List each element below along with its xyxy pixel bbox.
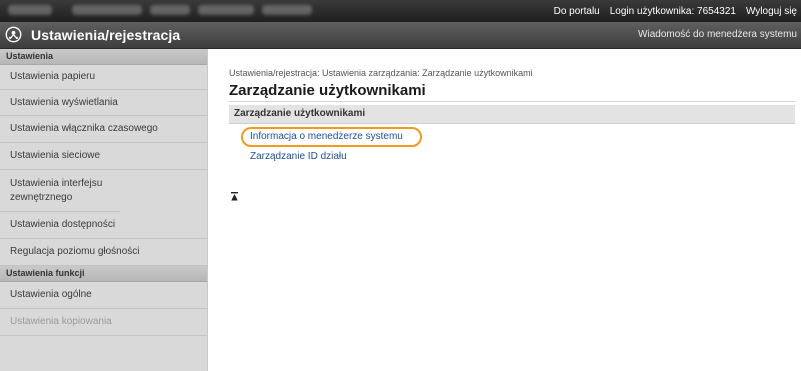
department-id-management-link[interactable]: Zarządzanie ID działu	[250, 151, 347, 162]
sidebar-item-volume-control[interactable]: Regulacja poziomu głośności	[0, 239, 207, 266]
sidebar-group-function-settings: Ustawienia funkcji	[0, 266, 207, 282]
system-manager-info-link[interactable]: Informacja o menedżerze systemu	[250, 131, 403, 142]
sidebar-item-external-interface[interactable]: Ustawienia interfejsu zewnętrznego	[0, 170, 120, 212]
blurred-device-info	[198, 5, 254, 15]
page-title: Zarządzanie użytkownikami	[229, 82, 426, 99]
back-to-top-icon[interactable]	[231, 192, 238, 201]
section-title: Zarządzanie użytkownikami	[234, 108, 366, 119]
blurred-device-info	[150, 5, 190, 15]
sidebar-item-display-settings[interactable]: Ustawienia wyświetlania	[0, 90, 207, 116]
page-header-title: Ustawienia/rejestracja	[31, 27, 181, 43]
login-user-id: 7654321	[697, 5, 736, 17]
header-bar: Ustawienia/rejestracja Wiadomość do mene…	[0, 22, 801, 49]
sidebar-item-network-settings[interactable]: Ustawienia sieciowe	[0, 143, 207, 170]
login-label: Login użytkownika:	[609, 5, 695, 17]
title-divider	[229, 101, 795, 102]
section-header: Zarządzanie użytkownikami	[229, 105, 795, 124]
sidebar-item-general-settings[interactable]: Ustawienia ogólne	[0, 282, 207, 309]
sidebar-item-accessibility[interactable]: Ustawienia dostępności	[0, 212, 207, 239]
message-to-admin-link[interactable]: Wiadomość do menedżera systemu	[638, 22, 797, 48]
blurred-device-info	[8, 5, 52, 15]
sidebar-item-paper-settings[interactable]: Ustawienia papieru	[0, 65, 207, 90]
logout-link[interactable]: Wyloguj się	[746, 6, 797, 17]
sidebar-item-timer-settings[interactable]: Ustawienia włącznika czasowego	[0, 116, 207, 143]
sidebar: Ustawienia Ustawienia papieru Ustawienia…	[0, 49, 208, 371]
login-user-info: Login użytkownika: 7654321	[610, 6, 736, 17]
blurred-device-info	[262, 5, 312, 15]
sidebar-group-settings: Ustawienia	[0, 49, 207, 65]
settings-logo-icon	[5, 26, 22, 43]
top-links: Do portalu Login użytkownika: 7654321 Wy…	[554, 0, 797, 22]
sidebar-item-copy-settings[interactable]: Ustawienia kopiowania	[0, 309, 207, 336]
breadcrumb: Ustawienia/rejestracja: Ustawienia zarzą…	[229, 68, 533, 78]
portal-link[interactable]: Do portalu	[554, 6, 600, 17]
blurred-device-info	[72, 5, 142, 15]
main-content: Ustawienia/rejestracja: Ustawienia zarzą…	[208, 49, 801, 371]
top-bar: Do portalu Login użytkownika: 7654321 Wy…	[0, 0, 801, 22]
